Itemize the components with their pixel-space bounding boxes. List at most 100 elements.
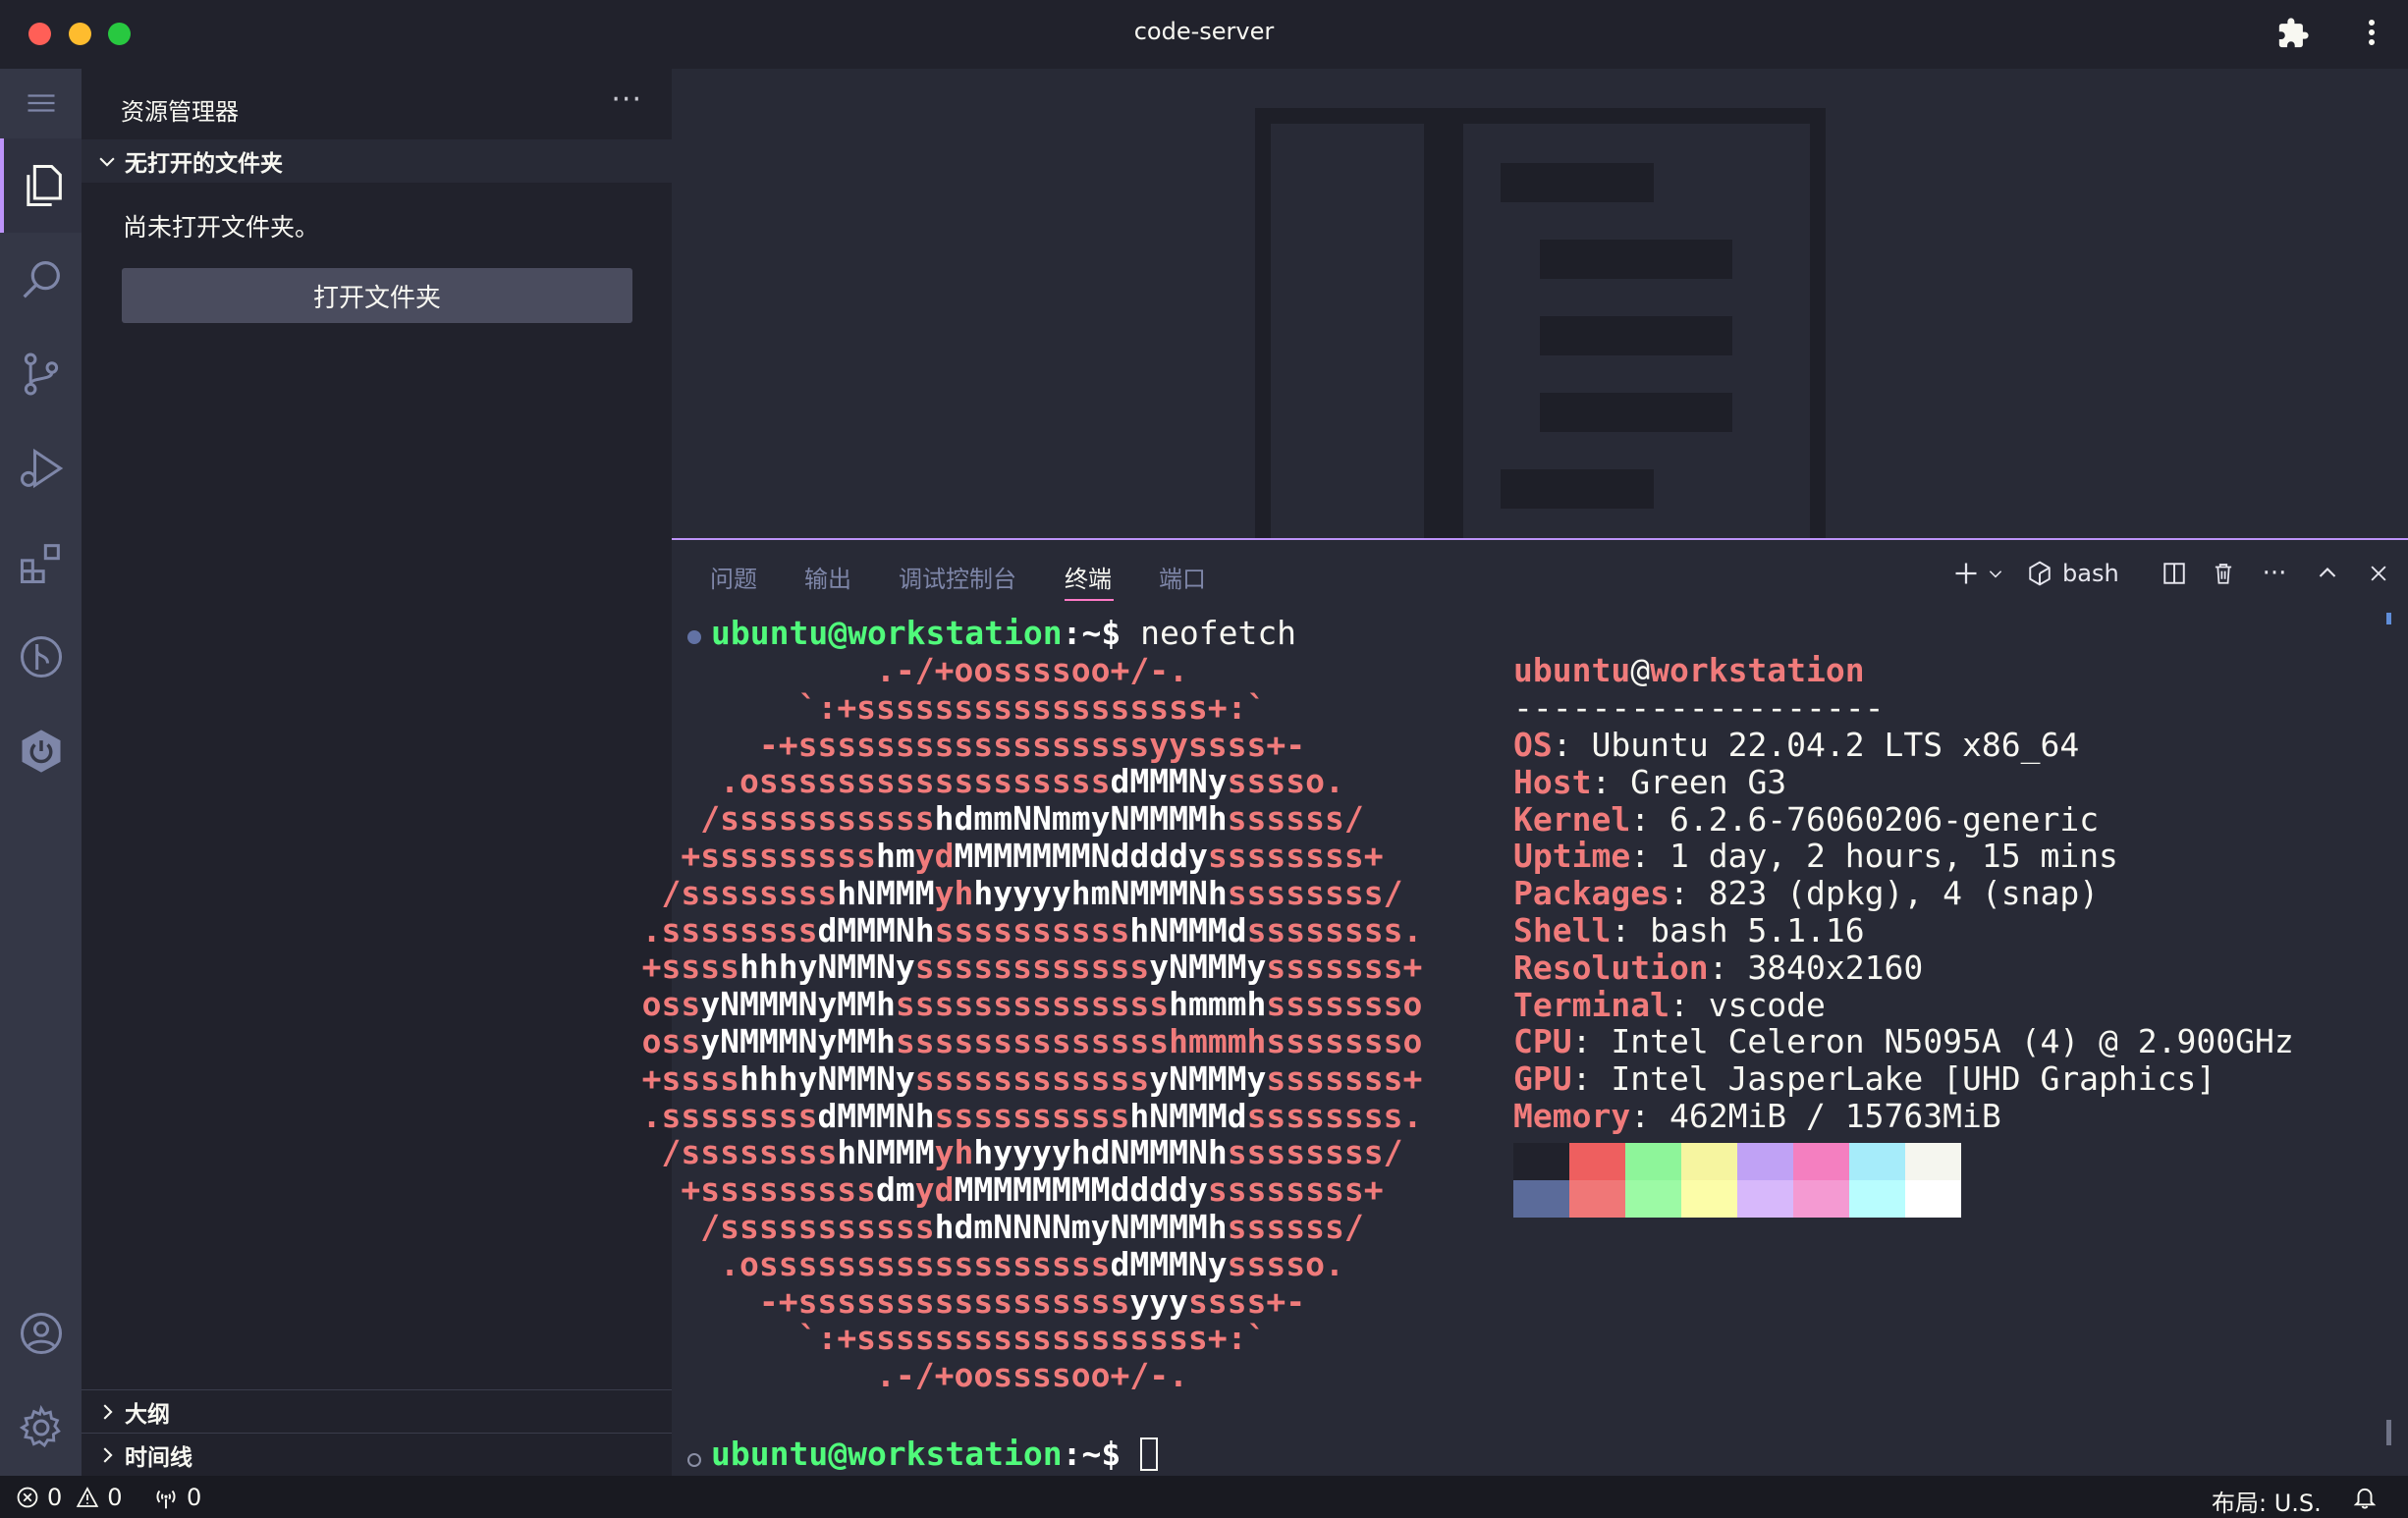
info-row: Packages: 823 (dpkg), 4 (snap) bbox=[1513, 874, 2100, 913]
active-tab-indicator bbox=[1065, 599, 1114, 601]
more-vertical-icon[interactable] bbox=[2357, 16, 2386, 53]
editor-watermark-logo bbox=[1255, 108, 1826, 538]
tab-terminal[interactable]: 终端 bbox=[1065, 560, 1112, 594]
logo-line: .ossssssssssssssssssdMMMNysssso. bbox=[720, 762, 1344, 801]
logo-line: /ssssssssssshdmNNNNmyNMMMMhssssss/ bbox=[700, 1208, 1364, 1246]
palette-swatch bbox=[1737, 1143, 1793, 1180]
info-row: Host: Green G3 bbox=[1513, 762, 1787, 801]
extension-puzzle-icon[interactable] bbox=[2276, 17, 2310, 50]
broadcast-antenna-icon bbox=[156, 1490, 176, 1509]
logo-line: .-/+oossssoo+/-. bbox=[876, 651, 1188, 689]
problems-status[interactable]: 0 0 bbox=[16, 1484, 123, 1511]
error-count: 0 bbox=[47, 1484, 63, 1511]
info-row: Memory: 462MiB / 15763MiB bbox=[1513, 1097, 2001, 1135]
scrollbar-thumb[interactable] bbox=[2386, 1420, 2391, 1445]
prompt-status-dot bbox=[687, 1453, 701, 1467]
timeline-section-header[interactable]: 时间线 bbox=[82, 1433, 672, 1476]
warning-count: 0 bbox=[107, 1484, 123, 1511]
terminal-cursor bbox=[1140, 1437, 1159, 1471]
palette-swatch bbox=[1513, 1180, 1569, 1218]
source-control-icon[interactable] bbox=[0, 327, 82, 421]
maximize-panel-chevron-up-icon[interactable] bbox=[2310, 554, 2345, 593]
error-icon bbox=[17, 1487, 38, 1508]
outline-label: 大纲 bbox=[125, 1401, 170, 1428]
terminal-selector[interactable]: bash bbox=[2027, 554, 2135, 593]
power-extension-icon[interactable] bbox=[0, 704, 82, 798]
info-row: Resolution: 3840x2160 bbox=[1513, 948, 1924, 987]
editor-area bbox=[672, 69, 2408, 538]
info-row: OS: Ubuntu 22.04.2 LTS x86_64 bbox=[1513, 726, 2080, 764]
notifications-bell-icon[interactable] bbox=[2352, 1485, 2378, 1516]
palette-swatch bbox=[1793, 1143, 1849, 1180]
info-user-host: ubuntu@workstation bbox=[1513, 651, 1865, 689]
info-separator: ------------------- bbox=[1513, 688, 1885, 727]
prompt-path: :~$ bbox=[1062, 614, 1122, 652]
chevron-right-icon bbox=[91, 1439, 123, 1471]
git-graph-icon[interactable] bbox=[0, 610, 82, 704]
logo-line: .ssssssssdMMMNhsssssssssshNMMMdssssssss. bbox=[641, 1096, 1423, 1135]
logo-line: .ssssssssdMMMNhsssssssssshNMMMdssssssss. bbox=[641, 910, 1423, 949]
warning-icon bbox=[77, 1487, 99, 1507]
timeline-label: 时间线 bbox=[125, 1444, 192, 1471]
logo-line: /sssssssshNMMMyhhyyyyhmNMMMNhssssssss/ bbox=[661, 873, 1403, 912]
account-icon[interactable] bbox=[0, 1286, 82, 1381]
split-terminal-icon[interactable] bbox=[2157, 554, 2192, 593]
logo-line: /sssssssshNMMMyhhyyyyhdNMMMNhssssssss/ bbox=[661, 1133, 1403, 1172]
section-label: 无打开的文件夹 bbox=[125, 151, 283, 177]
palette-swatch bbox=[1569, 1143, 1625, 1180]
search-icon[interactable] bbox=[0, 233, 82, 327]
window-title: code-server bbox=[1133, 18, 1275, 45]
palette-swatch bbox=[1905, 1143, 1961, 1180]
explorer-files-icon[interactable] bbox=[0, 138, 82, 233]
prompt-command: neofetch bbox=[1140, 614, 1297, 652]
keyboard-layout-status[interactable]: 布局: U.S. bbox=[2212, 1484, 2322, 1518]
info-row: Kernel: 6.2.6-76060206-generic bbox=[1513, 799, 2100, 839]
logo-line: `:+ssssssssssssssssss+:` bbox=[797, 687, 1267, 727]
tab-output[interactable]: 输出 bbox=[804, 560, 851, 594]
logo-line: ossyNMMMNyMMhsssssssssssssshmmmhssssssso bbox=[641, 1022, 1423, 1060]
extensions-icon[interactable] bbox=[0, 515, 82, 610]
logo-line: -+sssssssssssssssssyyyssss+- bbox=[758, 1281, 1306, 1321]
outline-section-header[interactable]: 大纲 bbox=[82, 1389, 672, 1433]
logo-line: +ssssssssshmydMMMMMMMNddddyssssssss+ bbox=[681, 837, 1384, 875]
close-panel-icon[interactable] bbox=[2361, 554, 2396, 593]
info-row: GPU: Intel JasperLake [UHD Graphics] bbox=[1513, 1059, 2216, 1099]
status-bar: 0 0 0 布局: U.S. bbox=[0, 1476, 2408, 1518]
tab-problems[interactable]: 问题 bbox=[710, 560, 757, 594]
open-folder-button[interactable]: 打开文件夹 bbox=[122, 268, 632, 323]
info-row: Terminal: vscode bbox=[1513, 985, 1826, 1024]
tab-ports[interactable]: 端口 bbox=[1159, 560, 1206, 594]
no-folder-section-header[interactable]: 无打开的文件夹 bbox=[82, 139, 672, 183]
sidebar-more-button[interactable]: ··· bbox=[611, 82, 642, 117]
terminal-name: bash bbox=[2062, 560, 2119, 587]
kill-terminal-trash-icon[interactable] bbox=[2206, 554, 2241, 593]
tab-debug-console[interactable]: 调试控制台 bbox=[899, 560, 1016, 594]
explorer-sidebar: 资源管理器 ··· 无打开的文件夹 尚未打开文件夹。 打开文件夹 大纲 时间线 bbox=[82, 69, 672, 1476]
palette-swatch bbox=[1569, 1180, 1625, 1218]
palette-swatch bbox=[1625, 1143, 1681, 1180]
info-row: Uptime: 1 day, 2 hours, 15 mins bbox=[1513, 837, 2118, 876]
ports-count: 0 bbox=[187, 1484, 202, 1511]
palette-swatch bbox=[1681, 1180, 1737, 1218]
logo-line: /ssssssssssshdmmNNmmyNMMMMhssssss/ bbox=[700, 799, 1364, 839]
panel-more-button[interactable]: ··· bbox=[2255, 554, 2294, 593]
palette-swatch bbox=[1681, 1143, 1737, 1180]
menu-icon[interactable] bbox=[0, 79, 82, 128]
ports-status[interactable]: 0 bbox=[153, 1484, 201, 1511]
palette-swatch bbox=[1625, 1180, 1681, 1218]
empty-folder-message: 尚未打开文件夹。 bbox=[123, 213, 320, 242]
palette-swatch bbox=[1849, 1180, 1905, 1218]
terminal-dropdown-chevron-icon[interactable] bbox=[1984, 554, 2007, 593]
logo-line: .-/+oossssoo+/-. bbox=[876, 1356, 1188, 1395]
logo-line: .ossssssssssssssssssdMMMNysssso. bbox=[720, 1244, 1344, 1283]
title-bar: code-server bbox=[0, 0, 2408, 69]
terminal-output[interactable]: ubuntu@workstation :~$ neofetch .-/+oosss… bbox=[642, 609, 2408, 1473]
palette-swatch bbox=[1849, 1143, 1905, 1180]
run-debug-icon[interactable] bbox=[0, 421, 82, 515]
activity-bar bbox=[0, 69, 82, 1476]
logo-line: +sssshhhyNMMNyssssssssssssyNMMMysssssss+ bbox=[641, 948, 1423, 987]
command-status-dot bbox=[687, 630, 701, 644]
info-row: Shell: bash 5.1.16 bbox=[1513, 911, 1865, 949]
new-terminal-plus-icon[interactable] bbox=[1948, 554, 1984, 593]
settings-gear-icon[interactable] bbox=[0, 1381, 82, 1475]
